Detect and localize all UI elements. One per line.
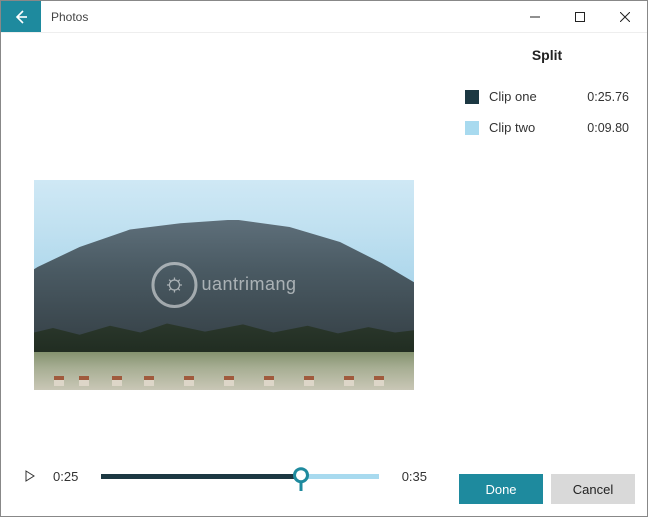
clip-two-name: Clip two	[489, 120, 577, 135]
cancel-button[interactable]: Cancel	[551, 474, 635, 504]
split-panel: Split Clip one 0:25.76 Clip two 0:09.80 …	[447, 33, 647, 516]
minimize-button[interactable]	[512, 1, 557, 32]
current-time: 0:25	[53, 469, 87, 484]
timeline-track[interactable]	[101, 466, 379, 486]
clip-one-swatch-icon	[465, 90, 479, 104]
done-button[interactable]: Done	[459, 474, 543, 504]
player-controls: 0:25 0:35	[1, 446, 447, 516]
maximize-button[interactable]	[557, 1, 602, 32]
clip-row-two[interactable]: Clip two 0:09.80	[447, 112, 647, 143]
video-preview[interactable]: uantrimang	[34, 180, 414, 390]
clip-row-one[interactable]: Clip one 0:25.76	[447, 81, 647, 112]
close-button[interactable]	[602, 1, 647, 32]
split-handle[interactable]	[293, 467, 309, 483]
app-title: Photos	[41, 1, 98, 32]
back-button[interactable]	[1, 1, 41, 32]
watermark-badge-icon	[151, 262, 197, 308]
clip-one-duration: 0:25.76	[587, 90, 629, 104]
total-time: 0:35	[393, 469, 427, 484]
play-icon	[24, 470, 36, 482]
clip-one-name: Clip one	[489, 89, 577, 104]
panel-buttons: Done Cancel	[447, 464, 647, 516]
play-button[interactable]	[21, 467, 39, 485]
panel-title: Split	[447, 41, 647, 81]
clip-two-duration: 0:09.80	[587, 121, 629, 135]
titlebar: Photos	[1, 1, 647, 33]
minimize-icon	[530, 12, 540, 22]
watermark: uantrimang	[151, 262, 296, 308]
track-clip-one	[101, 474, 301, 479]
window-controls	[512, 1, 647, 32]
maximize-icon	[575, 12, 585, 22]
preview-panel: uantrimang 0:25 0:35	[1, 33, 447, 516]
clip-two-swatch-icon	[465, 121, 479, 135]
preview-container: uantrimang	[1, 33, 447, 446]
close-icon	[620, 12, 630, 22]
back-arrow-icon	[13, 9, 29, 25]
track-clip-two	[301, 474, 379, 479]
content-area: uantrimang 0:25 0:35 Split Clip one 0:	[1, 33, 647, 516]
watermark-text: uantrimang	[201, 274, 296, 295]
preview-town	[34, 352, 414, 390]
